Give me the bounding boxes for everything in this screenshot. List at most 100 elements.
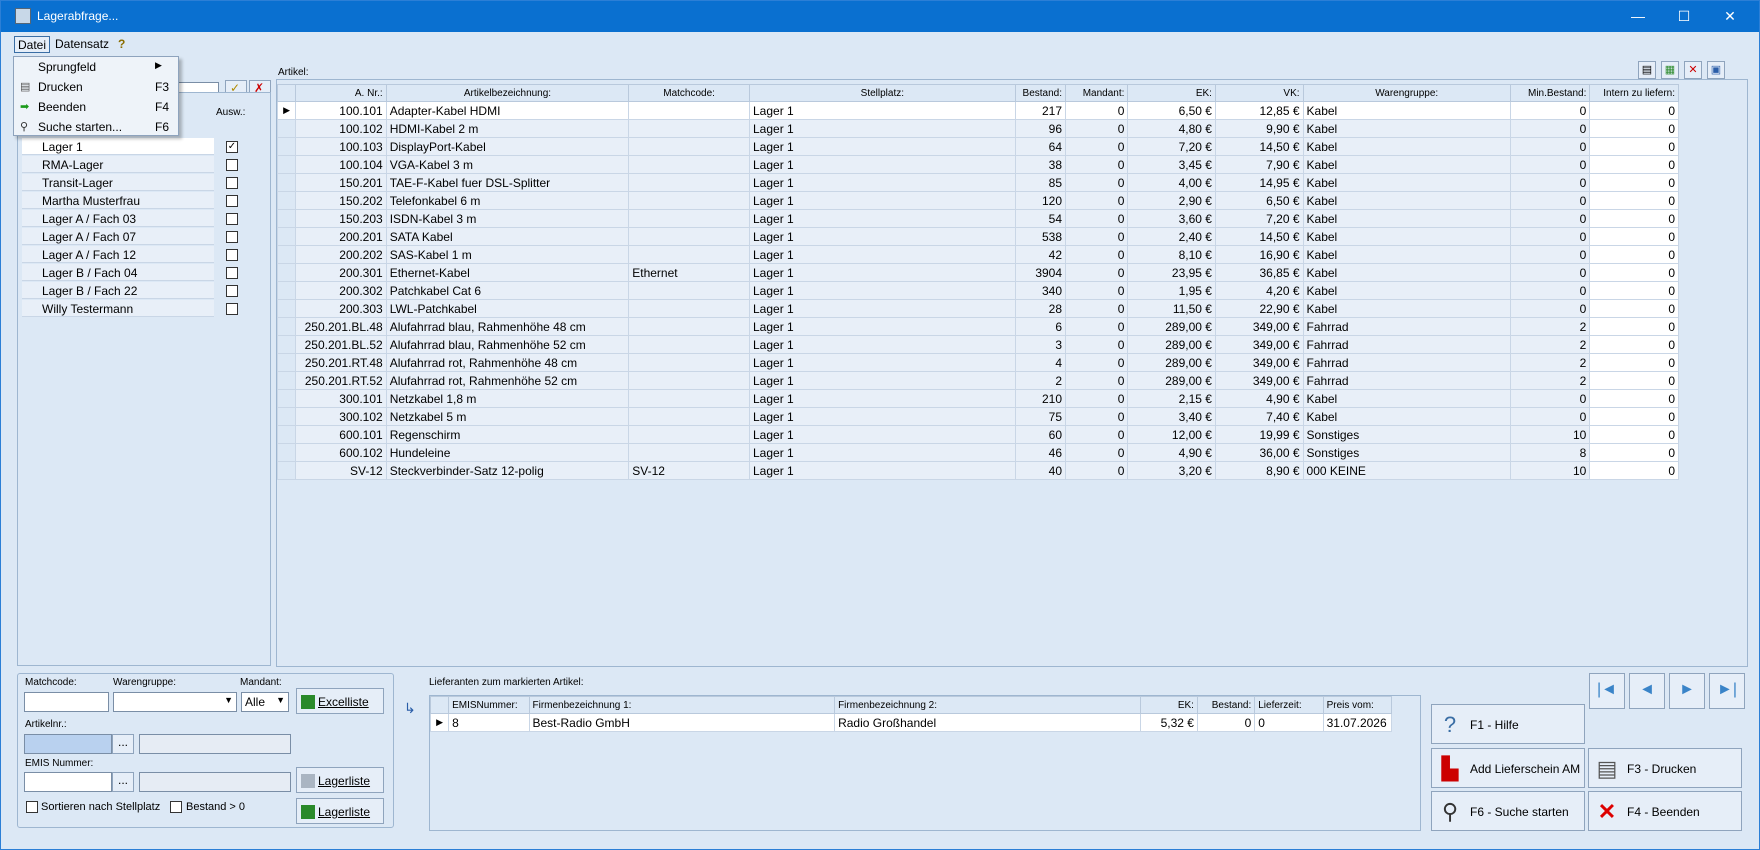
close-button[interactable]: ✕	[1707, 1, 1753, 32]
table-row[interactable]: 200.302 Patchkabel Cat 6 Lager 1 340 0 1,95 €…	[277, 281, 1679, 300]
bestand-checkbox[interactable]	[170, 801, 182, 813]
column-header[interactable]: Firmenbezeichnung 1:	[528, 696, 836, 714]
menu-item-drucken[interactable]: ▤ Drucken F3	[14, 77, 178, 97]
storage-row[interactable]: Lager A / Fach 03	[18, 210, 254, 228]
add-lieferschein-button[interactable]: ▙ Add Lieferschein AM	[1431, 748, 1585, 788]
menu-item-suche-starten[interactable]: ⚲ Suche starten... F6	[14, 117, 178, 137]
table-row[interactable]: 150.203 ISDN-Kabel 3 m Lager 1 54 0 3,60 €7,2…	[277, 209, 1679, 228]
artikelnr-browse-button[interactable]: ...	[112, 734, 134, 754]
storage-checkbox[interactable]	[226, 285, 238, 297]
column-header[interactable]: Mandant:	[1065, 84, 1129, 102]
column-header[interactable]: Min.Bestand:	[1509, 84, 1591, 102]
table-row[interactable]: 600.101 Regenschirm Lager 1 60 0 12,00 €19,99…	[277, 425, 1679, 444]
storage-row[interactable]: Martha Musterfrau	[18, 192, 254, 210]
excelliste-button[interactable]: Excelliste	[296, 688, 384, 714]
table-row[interactable]: 300.102 Netzkabel 5 m Lager 1 75 0 3,40 €7,40…	[277, 407, 1679, 426]
table-cell	[628, 281, 750, 300]
sort-stellplatz-checkbox[interactable]	[26, 801, 38, 813]
storage-row[interactable]: Lager A / Fach 07	[18, 228, 254, 246]
column-header[interactable]: Bestand:	[1014, 84, 1067, 102]
table-row[interactable]: ▶ 100.101 Adapter-Kabel HDMI Lager 1 217 0 6,5…	[277, 101, 1679, 120]
table-row[interactable]: 250.201.BL.52 Alufahrrad blau, Rahmenhöhe…	[277, 335, 1679, 354]
menu-datei[interactable]: Datei	[14, 36, 51, 53]
emis-input[interactable]	[24, 772, 112, 792]
storage-checkbox[interactable]	[226, 177, 238, 189]
table-row[interactable]: 200.201 SATA Kabel Lager 1 538 0 2,40 €14,50 …	[277, 227, 1679, 246]
table-row[interactable]: 200.301 Ethernet-Kabel Ethernet Lager 1 3904…	[277, 263, 1679, 282]
matchcode-input[interactable]	[24, 692, 109, 712]
column-header[interactable]: EK:	[1127, 84, 1216, 102]
storage-row-selected[interactable]: Lager 1 ✓	[18, 138, 254, 156]
table-row[interactable]: 200.303 LWL-Patchkabel Lager 1 28 0 11,50 €22…	[277, 299, 1679, 318]
column-header[interactable]: Preis vom:	[1322, 696, 1393, 714]
menu-item-sprungfeld[interactable]: Sprungfeld ▶	[14, 57, 178, 77]
table-cell: 0	[1589, 191, 1679, 210]
storage-checkbox[interactable]	[226, 195, 238, 207]
storage-row[interactable]: Lager B / Fach 04	[18, 264, 254, 282]
column-header[interactable]: VK:	[1214, 84, 1304, 102]
quit-button[interactable]: ✕ F4 - Beenden	[1588, 791, 1742, 831]
table-row[interactable]: 250.201.RT.52 Alufahrrad rot, Rahmenhöhe …	[277, 371, 1679, 390]
table-cell: 349,00 €	[1214, 371, 1304, 390]
table-row[interactable]: 200.202 SAS-Kabel 1 m Lager 1 42 0 8,10 €16,9…	[277, 245, 1679, 264]
table-row[interactable]: 150.202 Telefonkabel 6 m Lager 1 120 0 2,90 €…	[277, 191, 1679, 210]
column-header[interactable]: EMISNummer:	[448, 696, 530, 714]
nav-prev-button[interactable]: ◄	[1629, 673, 1665, 709]
table-row[interactable]: 100.103 DisplayPort-Kabel Lager 1 64 0 7,20 €…	[277, 137, 1679, 156]
column-header[interactable]: Intern zu liefern:	[1589, 84, 1679, 102]
storage-row[interactable]: Lager B / Fach 22	[18, 282, 254, 300]
table-row[interactable]: ▶ 8 Best-Radio GmbH Radio Großhandel 5,32 €0…	[430, 713, 1393, 732]
table-cell: 0	[1065, 101, 1129, 120]
column-header[interactable]: EK:	[1139, 696, 1198, 714]
mandant-select[interactable]: Alle ▼	[241, 692, 289, 712]
export-icon[interactable]: ▦	[1661, 61, 1679, 79]
maximize-button[interactable]: ☐	[1661, 1, 1707, 32]
storage-checkbox[interactable]	[226, 159, 238, 171]
minimize-button[interactable]: —	[1615, 1, 1661, 32]
column-header[interactable]: A. Nr.:	[295, 84, 387, 102]
lagerliste-button-2[interactable]: Lagerliste	[296, 798, 384, 824]
column-header[interactable]: Warengruppe:	[1302, 84, 1511, 102]
storage-checkbox[interactable]	[226, 249, 238, 261]
warengruppe-select[interactable]: ▼	[113, 692, 237, 712]
storage-checkbox[interactable]	[226, 213, 238, 225]
nav-first-button[interactable]: |◄	[1589, 673, 1625, 709]
table-row[interactable]: 300.101 Netzkabel 1,8 m Lager 1 210 0 2,15 €4…	[277, 389, 1679, 408]
table-cell: 0	[1589, 227, 1679, 246]
table-row[interactable]: 250.201.BL.48 Alufahrrad blau, Rahmenhöhe…	[277, 317, 1679, 336]
column-header[interactable]: Matchcode:	[628, 84, 750, 102]
storage-checkbox[interactable]	[226, 267, 238, 279]
storage-row[interactable]: Transit-Lager	[18, 174, 254, 192]
storage-row[interactable]: Lager A / Fach 12	[18, 246, 254, 264]
table-row[interactable]: 100.102 HDMI-Kabel 2 m Lager 1 96 0 4,80 €9,9…	[277, 119, 1679, 138]
storage-checkbox[interactable]	[226, 303, 238, 315]
print-icon[interactable]: ▤	[1638, 61, 1656, 79]
menu-datensatz[interactable]: Datensatz	[52, 36, 112, 53]
help-button[interactable]: ? F1 - Hilfe	[1431, 704, 1585, 744]
column-header[interactable]: Stellplatz:	[749, 84, 1016, 102]
artikelnr-input[interactable]	[24, 734, 112, 754]
column-header[interactable]: Lieferzeit:	[1254, 696, 1324, 714]
nav-next-button[interactable]: ►	[1669, 673, 1705, 709]
table-row[interactable]: 250.201.RT.48 Alufahrrad rot, Rahmenhöhe …	[277, 353, 1679, 372]
table-row[interactable]: 100.104 VGA-Kabel 3 m Lager 1 38 0 3,45 €7,90…	[277, 155, 1679, 174]
storage-row[interactable]: Willy Testermann	[18, 300, 254, 318]
lagerliste-button-1[interactable]: Lagerliste	[296, 767, 384, 793]
emis-browse-button[interactable]: ...	[112, 772, 134, 792]
table-row[interactable]: 150.201 TAE-F-Kabel fuer DSL-Splitter Lage…	[277, 173, 1679, 192]
storage-row[interactable]: RMA-Lager	[18, 156, 254, 174]
print-button[interactable]: ▤ F3 - Drucken	[1588, 748, 1742, 788]
table-row[interactable]: 600.102 Hundeleine Lager 1 46 0 4,90 €36,00 €…	[277, 443, 1679, 462]
column-header[interactable]: Artikelbezeichnung:	[385, 84, 630, 102]
nav-last-button[interactable]: ►|	[1709, 673, 1745, 709]
table-row[interactable]: SV-12 Steckverbinder-Satz 12-polig SV-12 La…	[277, 461, 1679, 480]
column-header[interactable]: Bestand:	[1196, 696, 1256, 714]
storage-checkbox[interactable]	[226, 231, 238, 243]
search-button[interactable]: ⚲ F6 - Suche starten	[1431, 791, 1585, 831]
save-icon[interactable]: ▣	[1707, 61, 1725, 79]
help-question-icon[interactable]: ?	[115, 36, 128, 53]
storage-checkbox-checked[interactable]: ✓	[226, 141, 238, 153]
delete-icon[interactable]: ✕	[1684, 61, 1702, 79]
column-header[interactable]: Firmenbezeichnung 2:	[834, 696, 1141, 714]
menu-item-beenden[interactable]: ➡ Beenden F4	[14, 97, 178, 117]
